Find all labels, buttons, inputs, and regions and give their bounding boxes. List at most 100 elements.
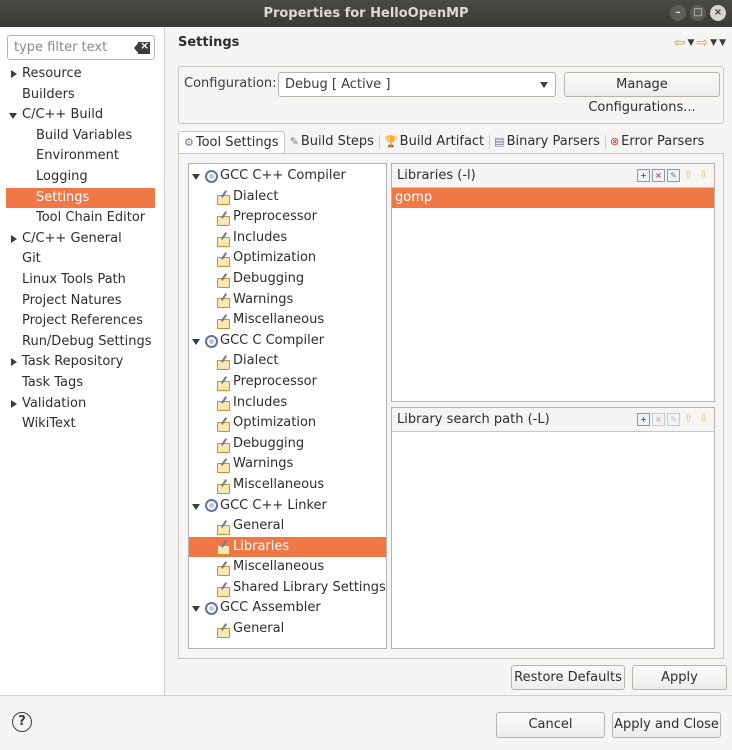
tool-tree-label: Optimization [233,250,317,266]
libraries-list[interactable]: gomp [392,187,714,401]
sidebar-item-environment[interactable]: Environment [6,146,155,167]
expanded-arrow-icon[interactable] [192,174,200,180]
sidebar-item-label: Task Repository [22,354,124,370]
help-icon[interactable]: ? [12,712,32,732]
tool-tree-item-includes[interactable]: Includes [189,228,386,249]
tool-tree-item-debugging[interactable]: Debugging [189,269,386,290]
tool-tree-item-warnings[interactable]: Warnings [189,290,386,311]
sidebar-item-label: WikiText [22,416,76,432]
add-path-icon[interactable]: + [637,413,650,426]
tool-tree-item-warnings[interactable]: Warnings [189,454,386,475]
sidebar-item-wikitext[interactable]: WikiText [6,414,155,435]
sidebar-item-resource[interactable]: Resource [6,64,155,85]
sidebar-item-task-repository[interactable]: Task Repository [6,352,155,373]
sidebar-item-git[interactable]: Git [6,249,155,270]
tool-tree-item-gcc-c-compiler[interactable]: GCC C++ Compiler [189,166,386,187]
tool-tree-item-optimization[interactable]: Optimization [189,413,386,434]
move-up-icon[interactable]: ⇧ [682,169,695,182]
tab-error-parsers[interactable]: ⊗ Error Parsers [605,131,710,153]
sidebar-item-c-c-general[interactable]: C/C++ General [6,229,155,250]
sidebar-item-task-tags[interactable]: Task Tags [6,373,155,394]
sidebar-item-validation[interactable]: Validation [6,394,155,415]
tool-tree-item-gcc-c-linker[interactable]: GCC C++ Linker [189,496,386,517]
tool-tree-label: General [233,621,285,637]
sidebar-item-settings[interactable]: Settings [6,187,155,209]
expanded-arrow-icon[interactable] [192,338,200,345]
apply-button[interactable]: Apply [632,665,727,690]
tool-tree-item-general[interactable]: General [189,516,386,537]
configuration-select[interactable]: Debug [ Active ] [278,72,556,97]
sidebar-item-linux-tools-path[interactable]: Linux Tools Path [6,270,155,291]
collapsed-arrow-icon[interactable] [11,358,17,367]
sidebar-item-tool-chain-editor[interactable]: Tool Chain Editor [6,208,155,229]
path-move-down-icon[interactable]: ⇩ [697,413,710,426]
binary-parsers-icon: ▤ [494,135,505,148]
restore-defaults-button[interactable]: Restore Defaults [511,665,625,690]
sidebar-item-c-c-build[interactable]: C/C++ Build [6,105,155,126]
expanded-arrow-icon[interactable] [192,503,200,510]
back-dropdown-icon[interactable]: ▼ [688,38,695,48]
tool-tree-item-miscellaneous[interactable]: Miscellaneous [189,310,386,331]
tool-tree-item-debugging[interactable]: Debugging [189,434,386,455]
collapsed-arrow-icon[interactable] [11,234,17,243]
tab-binary-parsers[interactable]: ▤ Binary Parsers [489,131,606,153]
maximize-button[interactable]: □ [690,5,706,21]
sidebar-item-build-variables[interactable]: Build Variables [6,126,155,147]
sidebar-item-logging[interactable]: Logging [6,167,155,188]
sidebar-item-run-debug-settings[interactable]: Run/Debug Settings [6,332,155,353]
cancel-button[interactable]: Cancel [496,712,605,738]
forward-arrow-icon[interactable]: ⇨ [696,35,708,51]
sidebar-item-project-natures[interactable]: Project Natures [6,291,155,312]
close-button[interactable]: × [710,5,726,21]
tool-tree-item-dialect[interactable]: Dialect [189,351,386,372]
filter-input[interactable]: type filter text × [7,35,155,60]
tool-tree-item-dialect[interactable]: Dialect [189,187,386,208]
tool-tree-item-preprocessor[interactable]: Preprocessor [189,372,386,393]
expanded-arrow-icon[interactable] [192,606,200,613]
sidebar-item-builders[interactable]: Builders [6,85,155,106]
manage-configurations-button[interactable]: Manage Configurations... [564,72,720,115]
back-arrow-icon[interactable]: ⇦ [674,35,686,51]
tool-tree-item-libraries[interactable]: Libraries [189,536,386,558]
apply-and-close-button[interactable]: Apply and Close [612,712,721,738]
collapsed-arrow-icon[interactable] [11,70,17,78]
view-menu-icon[interactable]: ▼ [719,38,726,48]
collapsed-arrow-icon[interactable] [11,399,17,408]
clear-filter-icon[interactable]: × [134,39,150,54]
tool-tree-item-preprocessor[interactable]: Preprocessor [189,207,386,228]
tool-tree-item-gcc-c-compiler[interactable]: GCC C Compiler [189,331,386,352]
page-title: Settings [178,35,240,50]
tool-tree-item-miscellaneous[interactable]: Miscellaneous [189,557,386,578]
tool-tree-item-general[interactable]: General [189,619,386,640]
minimize-button[interactable]: – [670,5,686,21]
tool-tree-item-shared-library-settings[interactable]: Shared Library Settings [189,578,386,599]
history-navigation: ⇦ ▼ ⇨ ▼ ▼ [674,35,726,51]
tab-tool-settings[interactable]: ⚙ Tool Settings [178,131,285,153]
edit-path-icon[interactable]: ✎ [667,413,680,426]
library-item[interactable]: gomp [392,188,714,208]
main-panel: Settings ⇦ ▼ ⇨ ▼ ▼ Configuration: Debug … [166,27,732,695]
option-category-icon [217,540,231,556]
tab-build-steps[interactable]: ✎ Build Steps [285,131,380,153]
delete-path-icon[interactable]: × [652,413,665,426]
tool-tree-item-optimization[interactable]: Optimization [189,248,386,269]
tool-tree-item-includes[interactable]: Includes [189,393,386,414]
search-path-panel: Library search path (-L) + × ✎ ⇧ ⇩ [391,407,715,649]
path-move-up-icon[interactable]: ⇧ [682,413,695,426]
edit-library-icon[interactable]: ✎ [667,169,680,182]
search-path-list[interactable] [392,431,714,648]
tab-build-artifact[interactable]: 🏆 Build Artifact [379,131,491,153]
sidebar-item-label: Run/Debug Settings [22,333,152,349]
expanded-arrow-icon[interactable] [9,113,17,120]
tool-tree-label: Preprocessor [233,209,317,225]
tool-tree-item-miscellaneous[interactable]: Miscellaneous [189,475,386,496]
add-library-icon[interactable]: + [637,169,650,182]
delete-library-icon[interactable]: × [652,169,665,182]
move-down-icon[interactable]: ⇩ [697,169,710,182]
tool-tree-item-gcc-assembler[interactable]: GCC Assembler [189,598,386,619]
window-title: Properties for HelloOpenMP [263,6,469,21]
forward-dropdown-icon[interactable]: ▼ [710,38,717,48]
tool-tree-label: Includes [233,394,288,410]
sidebar-item-project-references[interactable]: Project References [6,311,155,332]
chevron-down-icon [540,82,548,88]
